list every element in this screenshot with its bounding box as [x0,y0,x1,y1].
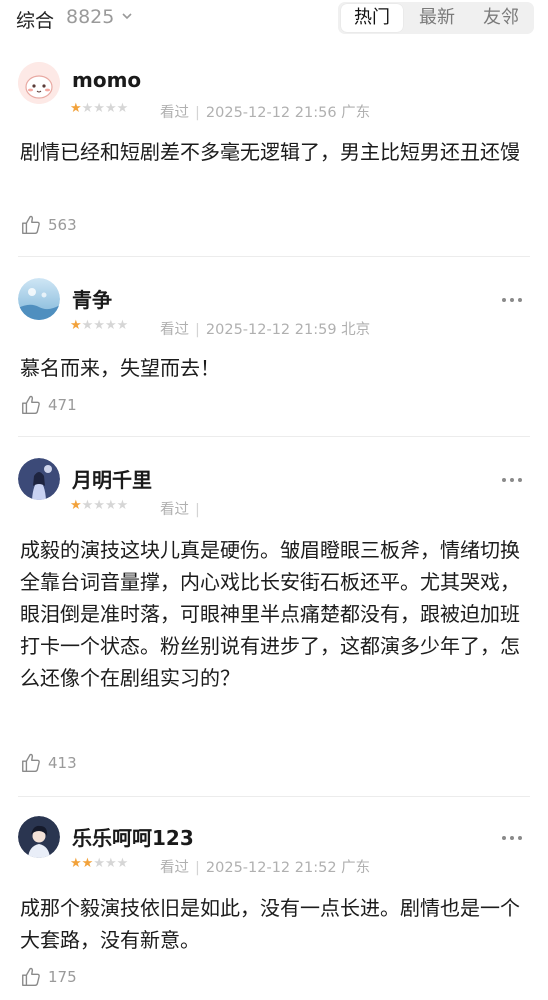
comment-datetime: 2025-12-12 21:52 [205,860,337,876]
avatar[interactable] [18,62,60,104]
comment-location: 广东 [341,860,371,876]
meta-separator: | [195,322,200,338]
username[interactable]: momo [72,68,141,92]
watched-status: 看过 [160,860,189,876]
comment-count[interactable]: 8825 [66,6,114,28]
star-filled-icon: ★★ [70,856,94,871]
divider [18,796,530,797]
avatar[interactable] [18,278,60,320]
thumbs-up-icon[interactable] [20,214,42,236]
comment-datetime: 2025-12-12 21:59 [205,322,337,338]
like-count: 563 [48,216,77,234]
like-count: 175 [48,968,77,986]
comment-text: 成毅的演技这块儿真是硬伤。皱眉瞪眼三板斧，情绪切换全靠台词音量撑，内心戏比长安街… [20,538,520,690]
pink-character-avatar-icon [18,62,60,104]
comment-meta: 看过 | 2025-12-12 21:59 北京 [160,318,370,339]
blue-scenery-avatar-icon [18,278,60,320]
more-options-icon[interactable] [500,834,524,842]
username[interactable]: 乐乐呵呵123 [72,822,194,851]
thumbs-up-icon[interactable] [20,752,42,774]
rating-stars: ★★★★★ [70,498,128,514]
more-options-icon[interactable] [500,476,524,484]
night-figure-avatar-icon [18,458,60,500]
comment-header: 综合 8825 热门 最新 友邻 [0,0,548,40]
comment-text: 成那个毅演技依旧是如此，没有一点长进。剧情也是一个大套路，没有新意。 [20,896,520,952]
star-filled-icon: ★ [70,101,82,116]
meta-separator: | [195,105,200,121]
divider [18,436,530,437]
comment-text: 剧情已经和短剧差不多毫无逻辑了，男主比短男还丑还馒 [20,140,520,164]
divider [18,256,530,257]
star-empty-icon: ★★★ [93,856,129,871]
username[interactable]: 月明千里 [72,464,152,493]
thumbs-up-icon[interactable] [20,966,42,988]
anime-boy-avatar-icon [18,816,60,858]
tab-latest[interactable]: 最新 [406,2,468,34]
rating-stars: ★★★★★ [70,856,128,872]
comment-meta: 看过 | 2025-12-12 21:52 广东 [160,856,370,877]
star-empty-icon: ★★★★ [81,318,129,333]
comment-text: 慕名而来，失望而去！ [20,356,220,380]
username[interactable]: 青争 [72,284,112,313]
watched-status: 看过 [160,502,189,518]
watched-status: 看过 [160,322,189,338]
comment-meta: 看过 | [160,498,206,519]
summary-filter-label[interactable]: 综合 [16,6,54,33]
star-filled-icon: ★ [70,498,82,513]
tab-hot[interactable]: 热门 [341,4,403,32]
comment-location: 北京 [341,322,371,338]
comment-location: 广东 [341,105,371,121]
like-count: 413 [48,754,77,772]
comment-meta: 看过 | 2025-12-12 21:56 广东 [160,101,370,122]
chevron-down-icon[interactable] [121,10,133,22]
comment-datetime: 2025-12-12 21:56 [205,105,337,121]
sort-tabs: 热门 最新 友邻 [338,2,534,34]
meta-separator: | [195,860,200,876]
meta-separator: | [195,502,200,518]
watched-status: 看过 [160,105,189,121]
avatar[interactable] [18,458,60,500]
like-count: 471 [48,396,77,414]
rating-stars: ★★★★★ [70,318,128,334]
tab-friends[interactable]: 友邻 [470,2,532,34]
star-empty-icon: ★★★★ [81,498,129,513]
more-options-icon[interactable] [500,296,524,304]
avatar[interactable] [18,816,60,858]
star-filled-icon: ★ [70,318,82,333]
thumbs-up-icon[interactable] [20,394,42,416]
star-empty-icon: ★★★★ [81,101,129,116]
rating-stars: ★★★★★ [70,101,128,117]
